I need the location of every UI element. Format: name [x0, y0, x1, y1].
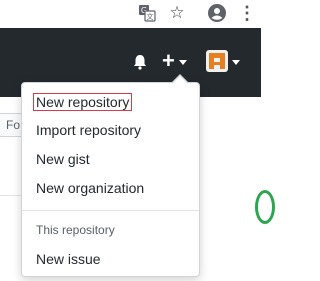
- create-new-dropdown-menu: New repository Import repository New gis…: [21, 74, 200, 277]
- user-menu-button[interactable]: [206, 50, 240, 72]
- translate-icon[interactable]: G 文: [136, 2, 158, 24]
- green-circle-edge: [255, 190, 275, 224]
- star-icon[interactable]: ☆: [166, 2, 188, 24]
- menu-item-import-repository[interactable]: Import repository: [22, 116, 199, 144]
- avatar-icon: [206, 50, 228, 72]
- menu-item-label: New organization: [36, 180, 145, 196]
- create-new-dropdown-button[interactable]: +: [162, 48, 196, 74]
- menu-item-new-repository[interactable]: New repository: [22, 88, 199, 116]
- menu-item-label: New issue: [36, 251, 101, 267]
- browser-toolbar: G 文 ☆ ⋮: [0, 0, 261, 28]
- menu-item-new-organization[interactable]: New organization: [22, 174, 199, 202]
- menu-item-new-gist[interactable]: New gist: [22, 145, 199, 173]
- menu-item-new-issue[interactable]: New issue: [22, 245, 199, 273]
- account-icon[interactable]: [206, 2, 228, 24]
- caret-down-icon: [178, 59, 187, 65]
- menu-item-label: New repository: [32, 93, 133, 111]
- menu-divider: [22, 210, 199, 211]
- svg-text:文: 文: [147, 12, 154, 21]
- menu-section-header: This repository: [36, 223, 115, 237]
- menu-item-label: New gist: [36, 151, 90, 167]
- caret-down-icon: [232, 59, 240, 65]
- fork-button-label: Fo: [6, 118, 21, 132]
- dropdown-arrow-fill: [173, 76, 187, 83]
- menu-item-label: Import repository: [36, 122, 142, 138]
- more-icon[interactable]: ⋮: [236, 2, 258, 24]
- plus-icon: +: [162, 48, 175, 73]
- bell-icon[interactable]: [130, 52, 150, 72]
